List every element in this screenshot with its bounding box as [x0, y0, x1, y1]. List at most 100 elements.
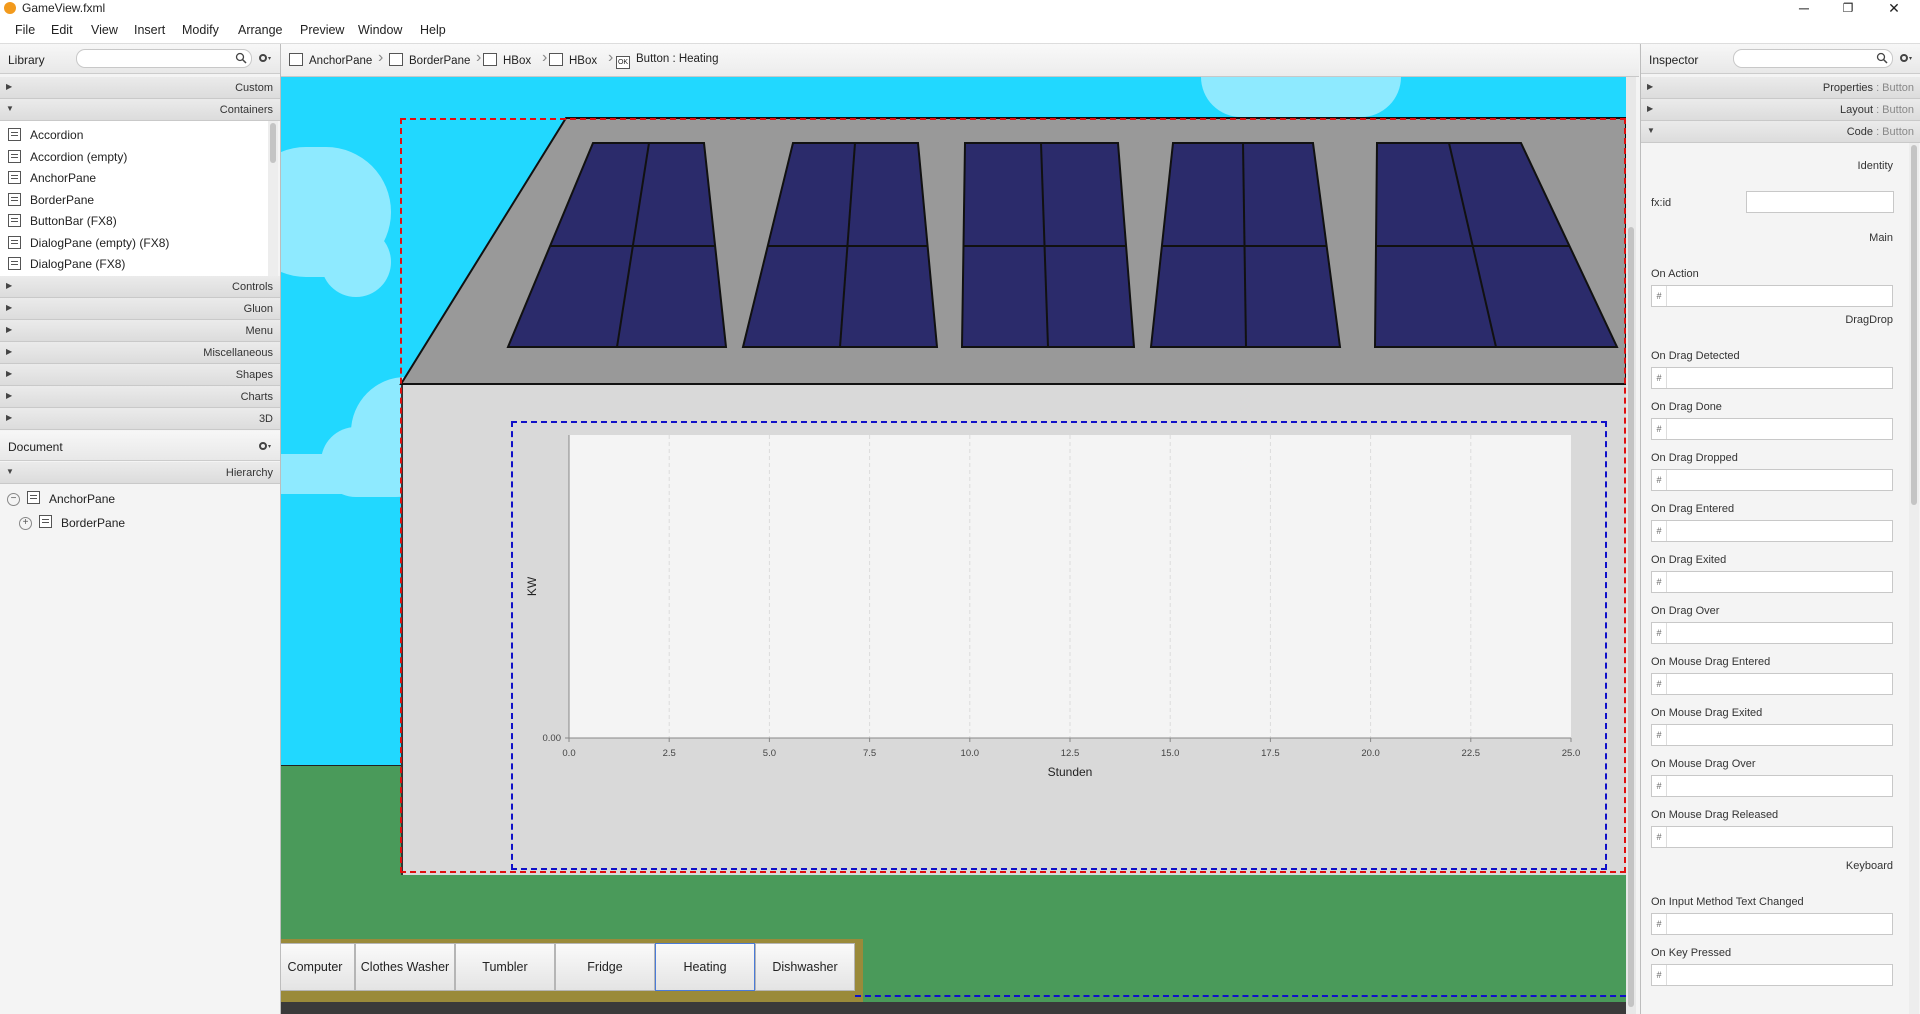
restore-button[interactable]: ❐ [1830, 0, 1866, 17]
fridge-button[interactable]: Fridge [555, 943, 655, 991]
on-mouse-drag-exited-field[interactable]: # [1651, 724, 1893, 746]
library-section-containers[interactable]: ▼ Containers [0, 99, 280, 121]
anchorpane-icon [8, 171, 21, 184]
menu-arrange[interactable]: Arrange [238, 23, 282, 37]
inspector-panel: Inspector ▶ Properties : Button ▶ Layout :… [1640, 44, 1920, 1014]
gear-icon[interactable] [258, 440, 272, 452]
breadcrumb-item[interactable]: HBox [483, 53, 531, 67]
field-label: On Drag Done [1651, 401, 1722, 413]
computer-button[interactable]: Computer [281, 943, 355, 991]
group-heading: Identity [1857, 160, 1893, 172]
menu-edit[interactable]: Edit [51, 23, 73, 37]
library-section-controls[interactable]: ▶ Controls [0, 276, 280, 298]
on-drag-exited-field[interactable]: # [1651, 571, 1893, 593]
on-mouse-drag-over-field[interactable]: # [1651, 775, 1893, 797]
breadcrumb-item[interactable]: BorderPane [389, 53, 470, 67]
canvas-scrollbar[interactable] [1626, 77, 1636, 1014]
menu-preview[interactable]: Preview [300, 23, 344, 37]
appliance-button-bar: Computer Clothes Washer Tumbler Fridge H… [281, 943, 860, 995]
heating-button[interactable]: Heating [655, 943, 755, 991]
on-drag-detected-field[interactable]: # [1651, 367, 1893, 389]
gear-icon[interactable] [258, 52, 272, 64]
library-scrollbar[interactable] [268, 121, 278, 276]
expanded-arrow-icon: ▼ [6, 467, 14, 476]
anchorpane-icon [27, 491, 40, 504]
inspector-code-content: Identity fx:id Main On Action # DragDrop… [1641, 143, 1909, 1014]
library-section-gluon[interactable]: ▶ Gluon [0, 298, 280, 320]
inspector-section-properties[interactable]: ▶ Properties : Button [1641, 77, 1920, 99]
breadcrumb-item[interactable]: OK Button : Heating [616, 53, 718, 69]
inspector-scrollbar[interactable] [1909, 143, 1919, 1014]
accordion-icon [8, 128, 21, 141]
breadcrumb-item[interactable]: HBox [549, 53, 597, 67]
scroll-thumb[interactable] [270, 123, 276, 163]
dialogpane-icon [8, 257, 21, 270]
search-icon[interactable] [1876, 52, 1888, 64]
fxid-field[interactable] [1746, 191, 1894, 213]
design-canvas[interactable]: 0.0 2.5 5.0 7.5 10.0 12.5 15.0 17.5 20.0 22.5 25.0… [281, 77, 1626, 1014]
group-heading: Main [1869, 232, 1893, 244]
on-key-pressed-field[interactable]: # [1651, 964, 1893, 986]
fxid-label: fx:id [1651, 197, 1672, 209]
library-section-shapes[interactable]: ▶ Shapes [0, 364, 280, 386]
field-label: On Input Method Text Changed [1651, 896, 1804, 908]
hierarchy-tree: − AnchorPane + BorderPane [0, 484, 280, 1014]
borderpane-icon [389, 53, 403, 66]
menu-file[interactable]: File [15, 23, 35, 37]
breadcrumb-item[interactable]: AnchorPane [289, 53, 372, 67]
menu-view[interactable]: View [91, 23, 118, 37]
clothes-washer-button[interactable]: Clothes Washer [355, 943, 455, 991]
group-heading: Keyboard [1845, 860, 1893, 872]
buttonbar-icon [8, 214, 21, 227]
on-drag-dropped-field[interactable]: # [1651, 469, 1893, 491]
collapsed-arrow-icon: ▶ [1647, 104, 1654, 113]
expand-icon[interactable]: + [19, 517, 32, 530]
menu-window[interactable]: Window [358, 23, 402, 37]
dishwasher-button[interactable]: Dishwasher [755, 943, 855, 991]
collapsed-arrow-icon: ▶ [1647, 82, 1654, 91]
inspector-section-layout[interactable]: ▶ Layout : Button [1641, 99, 1920, 121]
on-drag-entered-field[interactable]: # [1651, 520, 1893, 542]
on-drag-done-field[interactable]: # [1651, 418, 1893, 440]
on-mouse-drag-released-field[interactable]: # [1651, 826, 1893, 848]
button-ok-icon: OK [616, 56, 630, 69]
menu-insert[interactable]: Insert [134, 23, 165, 37]
tumbler-button[interactable]: Tumbler [455, 943, 555, 991]
expanded-arrow-icon: ▼ [6, 104, 14, 113]
collapse-icon[interactable]: − [7, 493, 20, 506]
document-header: Document [0, 431, 280, 461]
on-input-method-text-changed-field[interactable]: # [1651, 913, 1893, 935]
inspector-search-input[interactable] [1733, 49, 1893, 68]
collapsed-arrow-icon: ▶ [6, 347, 13, 356]
scroll-thumb[interactable] [1911, 145, 1917, 505]
library-section-custom[interactable]: ▶ Custom [0, 77, 280, 99]
borderpane-icon [8, 193, 21, 206]
search-icon[interactable] [235, 52, 247, 64]
close-button[interactable]: ✕ [1876, 0, 1912, 17]
breadcrumb-separator-icon: › [378, 49, 384, 66]
library-search-input[interactable] [76, 49, 252, 68]
minimize-button[interactable]: ─ [1786, 0, 1822, 17]
on-mouse-drag-entered-field[interactable]: # [1651, 673, 1893, 695]
window-title-bar: GameView.fxml ─ ❐ ✕ [0, 0, 1920, 17]
library-section-misc[interactable]: ▶ Miscellaneous [0, 342, 280, 364]
scroll-thumb[interactable] [1628, 227, 1634, 1007]
inspector-header: Inspector [1641, 44, 1920, 74]
library-section-menu[interactable]: ▶ Menu [0, 320, 280, 342]
document-section-hierarchy[interactable]: ▼ Hierarchy [0, 462, 280, 484]
inspector-section-code[interactable]: ▼ Code : Button [1641, 121, 1920, 143]
left-panel: Library ▶ Custom ▼ Containers Accordion Ac… [0, 44, 281, 1014]
library-title: Library [8, 53, 45, 67]
menu-modify[interactable]: Modify [182, 23, 219, 37]
ground-line [281, 765, 401, 766]
group-heading: DragDrop [1845, 314, 1893, 326]
selection-outline-bottom [855, 995, 1626, 999]
menu-help[interactable]: Help [420, 23, 446, 37]
collapsed-arrow-icon: ▶ [6, 325, 13, 334]
library-section-3d[interactable]: ▶ 3D [0, 408, 280, 430]
gear-icon[interactable] [1899, 52, 1913, 64]
on-drag-over-field[interactable]: # [1651, 622, 1893, 644]
library-section-charts[interactable]: ▶ Charts [0, 386, 280, 408]
library-list: Accordion Accordion (empty) AnchorPane B… [0, 121, 268, 276]
on-action-field[interactable]: # [1651, 285, 1893, 307]
